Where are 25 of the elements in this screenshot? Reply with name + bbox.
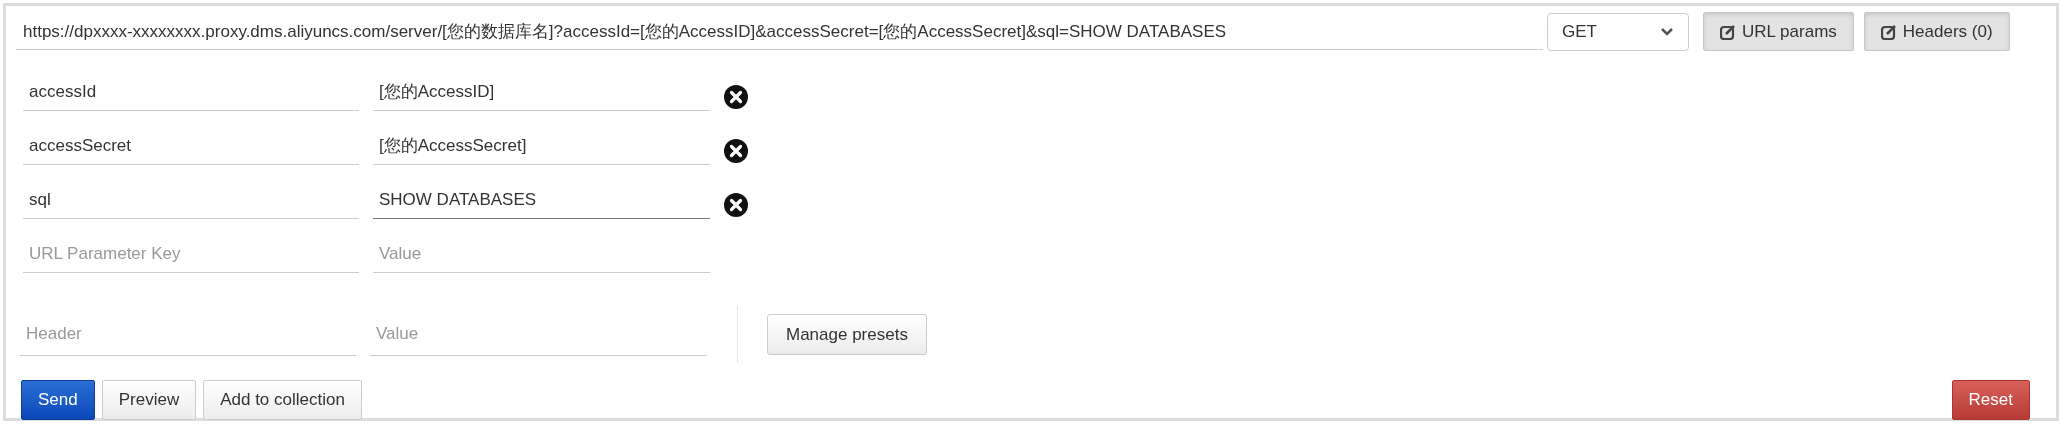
edit-icon bbox=[1880, 23, 1897, 40]
header-value-field[interactable]: Value bbox=[370, 313, 707, 356]
action-button[interactable]: Preview bbox=[101, 380, 197, 420]
url-params-button[interactable]: URL params bbox=[1703, 12, 1854, 51]
remove-icon[interactable] bbox=[724, 85, 748, 109]
edit-icon bbox=[1720, 23, 1736, 40]
send-button[interactable]: Send bbox=[21, 380, 95, 420]
header-field[interactable]: Header bbox=[20, 313, 356, 356]
parameter-key-field[interactable]: accessId bbox=[23, 73, 359, 111]
parameter-key-field[interactable]: sql bbox=[23, 181, 359, 219]
manage-presets-button[interactable]: Manage presets bbox=[767, 314, 927, 355]
remove-icon[interactable] bbox=[724, 193, 748, 217]
remove-icon[interactable] bbox=[724, 139, 748, 163]
parameter-value-field[interactable]: [您的AccessID] bbox=[373, 73, 710, 111]
parameter-value-field[interactable]: SHOW DATABASES bbox=[373, 181, 710, 219]
parameter-value-field[interactable]: Value bbox=[373, 235, 710, 273]
url-field[interactable]: https://dpxxxx-xxxxxxxx.proxy.dms.aliyuncs.com/server/[您的数据库名]?accessId=[您的AccessID]&accessSecret=[您的AccessSecret]&sql=SHOW DATABASES bbox=[16, 13, 1543, 50]
action-button[interactable]: Add to collection bbox=[203, 380, 362, 420]
headers-button[interactable]: Headers (0) bbox=[1863, 12, 2010, 51]
reset-button[interactable]: Reset bbox=[1951, 380, 2030, 420]
parameter-value-field[interactable]: [您的AccessSecret] bbox=[373, 127, 710, 165]
parameter-key-field[interactable]: URL Parameter Key bbox=[23, 235, 359, 273]
parameter-key-field[interactable]: accessSecret bbox=[23, 127, 359, 165]
method-select[interactable]: GET bbox=[1547, 12, 1689, 51]
chevron-down-icon bbox=[1660, 26, 1674, 37]
